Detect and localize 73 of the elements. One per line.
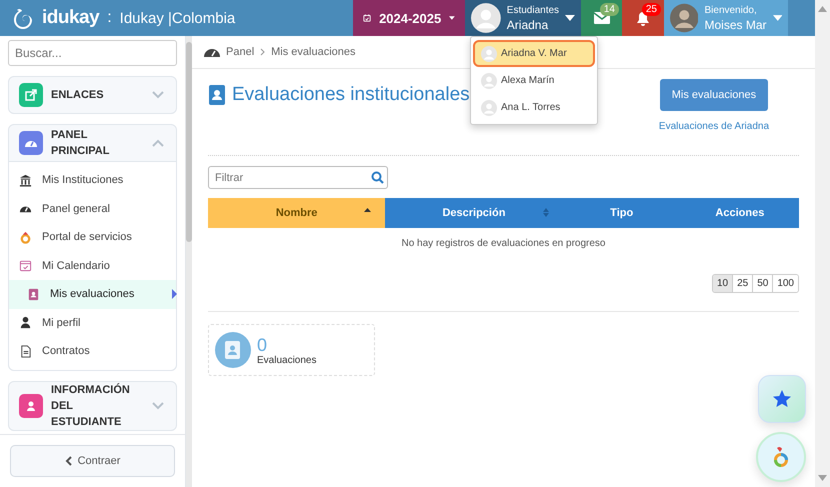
school-name: Idukay |Colombia xyxy=(120,10,236,26)
caret-icon xyxy=(449,15,455,21)
logo-icon xyxy=(19,230,32,244)
my-evaluations-button[interactable]: Mis evaluaciones xyxy=(660,79,768,111)
breadcrumb-item[interactable]: Panel xyxy=(226,46,254,58)
avatar-icon xyxy=(481,100,497,116)
calendar-icon xyxy=(19,259,32,272)
chevron-icon xyxy=(152,139,164,147)
avatar-icon xyxy=(471,3,501,33)
avatar-icon xyxy=(670,3,698,33)
avatar-icon xyxy=(481,46,497,62)
page-size-button[interactable]: 100 xyxy=(772,275,798,292)
section-header[interactable]: PANEL PRINCIPAL xyxy=(9,125,176,161)
page-size-button[interactable]: 10 xyxy=(712,275,732,292)
column-header[interactable]: Descripción xyxy=(385,198,563,228)
external-link-icon xyxy=(23,87,39,103)
sidebar-item[interactable]: Mi perfil xyxy=(9,308,176,337)
column-header[interactable]: Tipo xyxy=(562,198,681,228)
scroll-up-icon[interactable] xyxy=(818,6,827,12)
separator: : xyxy=(107,9,112,27)
avatar-icon xyxy=(481,72,497,88)
bell-icon xyxy=(636,10,650,26)
search-icon xyxy=(371,171,384,184)
breadcrumb-item: Mis evaluaciones xyxy=(271,46,356,58)
sort-ascending-icon xyxy=(364,208,372,212)
contact-book-icon xyxy=(208,85,226,105)
sidebar-item[interactable]: Portal de servicios xyxy=(9,223,176,252)
chevron-left-icon xyxy=(64,456,72,466)
logo-icon xyxy=(771,446,791,468)
assistant-button[interactable] xyxy=(756,432,806,482)
search-field[interactable]: Buscar... xyxy=(8,40,177,66)
scrollbar-thumb[interactable] xyxy=(186,42,192,242)
person-icon xyxy=(19,316,32,330)
sidebar-item[interactable]: Panel general xyxy=(9,194,176,223)
caret-icon xyxy=(772,15,782,21)
chevron-right-icon xyxy=(260,48,266,56)
empty-message: No hay registros de evaluaciones en progreso xyxy=(401,238,606,248)
student-option[interactable]: Alexa Marín xyxy=(473,67,595,94)
scroll-down-icon[interactable] xyxy=(818,475,827,481)
student-selector[interactable]: Estudiantes Ariadna xyxy=(465,0,581,36)
column-header[interactable]: Nombre xyxy=(208,198,386,228)
chevron-icon xyxy=(152,402,164,410)
chevron-icon xyxy=(152,91,164,99)
gauge-icon xyxy=(204,46,220,58)
summary-label: Evaluaciones xyxy=(257,354,316,366)
logo-icon xyxy=(12,7,34,29)
sidebar-item[interactable]: Mi Calendario xyxy=(9,252,176,280)
sidebar-item[interactable]: Contratos xyxy=(9,337,176,366)
notifications-button[interactable]: 25 xyxy=(622,0,664,36)
filter-field[interactable]: Filtrar xyxy=(208,166,388,189)
evaluation-count: 0 xyxy=(257,334,268,354)
bank-icon xyxy=(19,174,32,187)
brand-name: idukay xyxy=(42,7,100,29)
sidebar-item[interactable]: Mis evaluaciones xyxy=(9,280,176,308)
student-option[interactable]: Ana L. Torres xyxy=(473,94,595,121)
year-selector[interactable]: 2024-2025 xyxy=(353,0,465,36)
sidebar-item[interactable]: Mis Instituciones xyxy=(9,166,176,194)
section-header[interactable]: INFORMACIÓN DEL ESTUDIANTE xyxy=(9,382,176,430)
notification-count: 25 xyxy=(642,3,661,16)
contact-book-icon xyxy=(215,332,251,368)
evaluations-link[interactable]: Evaluaciones de Ariadna xyxy=(658,121,769,132)
page-title: Evaluaciones institucionales xyxy=(232,84,470,106)
sort-icon xyxy=(542,208,549,217)
section-header[interactable]: ENLACES xyxy=(9,77,176,113)
contact-book-icon xyxy=(27,288,40,301)
caret-icon xyxy=(565,15,575,21)
favorites-button[interactable] xyxy=(758,375,806,423)
collapse-button[interactable]: Contraer xyxy=(10,445,175,477)
message-count: 14 xyxy=(600,3,619,16)
student-option[interactable]: Ariadna V. Mar xyxy=(473,40,595,67)
star-icon xyxy=(772,389,792,409)
column-header[interactable]: Acciones xyxy=(680,198,799,228)
document-icon xyxy=(19,344,32,358)
